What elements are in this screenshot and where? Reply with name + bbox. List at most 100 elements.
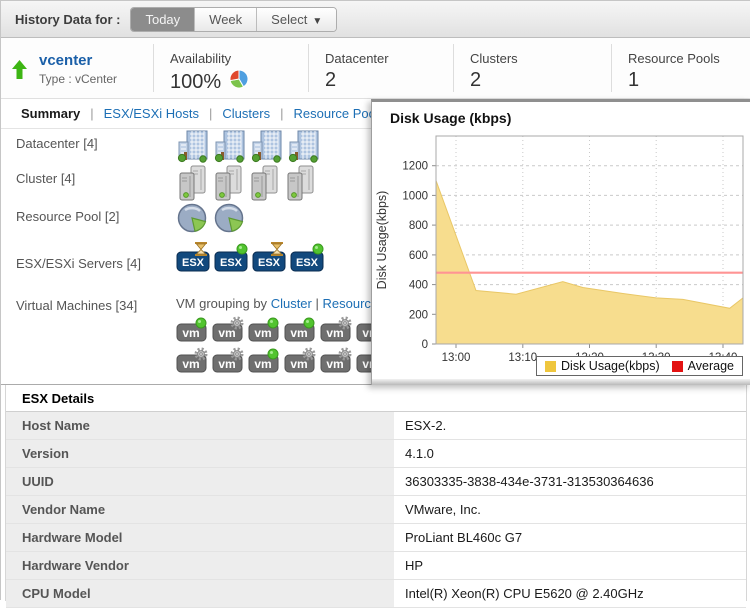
datacenter-building-icon[interactable] — [176, 130, 210, 163]
vm-grouping-cluster-link[interactable]: Cluster — [271, 296, 312, 311]
svg-text:600: 600 — [409, 250, 428, 262]
svg-text:400: 400 — [409, 280, 428, 292]
tab-separator: | — [90, 106, 94, 121]
chevron-down-icon: ▼ — [312, 15, 323, 27]
availability-label: Availability — [170, 51, 232, 66]
resource-pool-icon[interactable] — [213, 203, 247, 234]
chart-legend: Disk Usage(kbps) Average — [536, 356, 743, 376]
esx-host-up-icon[interactable]: ESX — [214, 242, 249, 274]
datacenter-row-count: [4] — [83, 136, 98, 151]
cluster-server-icon[interactable] — [176, 165, 209, 203]
history-data-label: History Data for : — [15, 11, 121, 27]
table-row: Hardware Model ProLiant BL460c G7 — [6, 524, 746, 552]
svg-text:vm: vm — [182, 326, 199, 340]
table-row: Host Name ESX-2. — [6, 412, 746, 440]
svg-text:vm: vm — [254, 357, 271, 371]
esx-icons[interactable]: ESX ESX ESX ESX — [176, 242, 325, 274]
detail-value: ProLiant BL460c G7 — [399, 524, 746, 551]
esx-host-pending-icon[interactable]: ESX — [252, 242, 287, 274]
detail-value: 4.1.0 — [399, 440, 746, 467]
dashboard-page: History Data for : Today Week Select ▼ vc… — [0, 0, 750, 608]
vm-suspended-icon[interactable]: vm — [212, 316, 245, 344]
svg-text:ESX: ESX — [220, 257, 243, 269]
select-dropdown-button[interactable]: Select ▼ — [257, 7, 337, 31]
vm-grouping-separator: | — [315, 296, 319, 311]
datacenter-label: Datacenter — [325, 51, 389, 66]
tab-esx-esxi-hosts[interactable]: ESX/ESXi Hosts — [104, 106, 199, 121]
vm-up-icon[interactable]: vm — [248, 347, 281, 375]
resource-pool-icon[interactable] — [176, 203, 210, 234]
vm-icons-row-2[interactable]: vm vm vm vm vm vm — [176, 347, 389, 375]
entity-title-link[interactable]: vcenter — [39, 52, 92, 69]
datacenter-building-icon[interactable] — [213, 130, 247, 163]
disk-usage-legend-label: Disk Usage(kbps) — [561, 359, 660, 373]
chart-panel-bottom-edge — [372, 379, 750, 385]
vm-suspended-icon[interactable]: vm — [212, 347, 245, 375]
table-row: Version 4.1.0 — [6, 440, 746, 468]
svg-text:vm: vm — [326, 357, 343, 371]
vm-suspended-icon[interactable]: vm — [284, 347, 317, 375]
average-legend-swatch — [671, 360, 683, 372]
detail-value: VMware, Inc. — [399, 496, 746, 523]
detail-value: 36303335-3838-434e-3731-313530364636 — [399, 468, 746, 495]
svg-text:200: 200 — [409, 309, 428, 321]
table-row: Hardware Vendor HP — [6, 552, 746, 580]
vm-row-label: Virtual Machines — [16, 298, 112, 313]
vm-up-icon[interactable]: vm — [284, 316, 317, 344]
disk-usage-legend-swatch — [545, 360, 557, 372]
disk-usage-chart-panel: Disk Usage (kbps) 0 200 400 600 800 1000 1200 1… — [371, 99, 750, 385]
availability-value: 100% — [170, 70, 222, 93]
vm-suspended-icon[interactable]: vm — [320, 347, 353, 375]
vm-up-icon[interactable]: vm — [248, 316, 281, 344]
esx-row-label: ESX/ESXi Servers — [16, 256, 123, 271]
cluster-icons[interactable] — [176, 165, 317, 203]
datacenter-building-icon[interactable] — [287, 130, 321, 163]
today-button[interactable]: Today — [131, 7, 196, 31]
esx-details-title: ESX Details — [6, 385, 746, 412]
table-row: Vendor Name VMware, Inc. — [6, 496, 746, 524]
datacenter-value: 2 — [325, 69, 337, 91]
svg-text:vm: vm — [290, 326, 307, 340]
datacenter-icons[interactable] — [176, 130, 321, 163]
vm-icons-row-1[interactable]: vm vm vm vm vm vm — [176, 316, 389, 344]
clusters-value: 2 — [470, 69, 482, 91]
svg-text:ESX: ESX — [182, 257, 205, 269]
cluster-server-icon[interactable] — [284, 165, 317, 203]
esx-host-up-icon[interactable]: ESX — [290, 242, 325, 274]
tab-summary[interactable]: Summary — [21, 106, 80, 121]
svg-text:0: 0 — [422, 339, 428, 351]
detail-value: Intel(R) Xeon(R) CPU E5620 @ 2.40GHz — [399, 580, 746, 607]
svg-text:ESX: ESX — [258, 257, 281, 269]
detail-label: Vendor Name — [6, 496, 394, 523]
esx-host-pending-icon[interactable]: ESX — [176, 242, 211, 274]
esx-details-table: Host Name ESX-2. Version 4.1.0 UUID 36303335-… — [6, 412, 746, 608]
resource-pool-icons[interactable] — [176, 203, 247, 234]
vm-up-icon[interactable]: vm — [176, 316, 209, 344]
history-data-bar: History Data for : Today Week Select ▼ — [1, 1, 750, 38]
cluster-server-icon[interactable] — [248, 165, 281, 203]
svg-text:vm: vm — [218, 326, 235, 340]
svg-text:1200: 1200 — [402, 161, 428, 173]
detail-label: Host Name — [6, 412, 394, 439]
svg-text:vm: vm — [326, 326, 343, 340]
vm-grouping-resource-link[interactable]: Resource — [323, 296, 379, 311]
availability-metric: Availability 100% — [153, 44, 308, 93]
entity-identity: vcenter Type : vCenter — [1, 38, 153, 98]
svg-text:Disk Usage(kbps): Disk Usage(kbps) — [375, 191, 389, 290]
vm-suspended-icon[interactable]: vm — [320, 316, 353, 344]
datacenter-building-icon[interactable] — [250, 130, 284, 163]
week-button[interactable]: Week — [195, 7, 258, 31]
detail-label: Version — [6, 440, 394, 467]
detail-label: CPU Model — [6, 580, 394, 607]
vm-suspended-icon[interactable]: vm — [176, 347, 209, 375]
average-legend-label: Average — [687, 359, 734, 373]
vm-grouping-label: VM grouping by — [176, 296, 268, 311]
tab-clusters[interactable]: Clusters — [222, 106, 270, 121]
svg-text:ESX: ESX — [296, 257, 319, 269]
datacenter-metric: Datacenter 2 — [308, 44, 453, 92]
cluster-server-icon[interactable] — [212, 165, 245, 203]
resource-pool-row-label: Resource Pool — [16, 209, 102, 224]
detail-label: Hardware Model — [6, 524, 394, 551]
entity-header: vcenter Type : vCenter Availability 100%… — [1, 38, 750, 99]
disk-usage-area-chart: 02004006008001000120013:0013:1013:2013:3… — [375, 135, 744, 364]
